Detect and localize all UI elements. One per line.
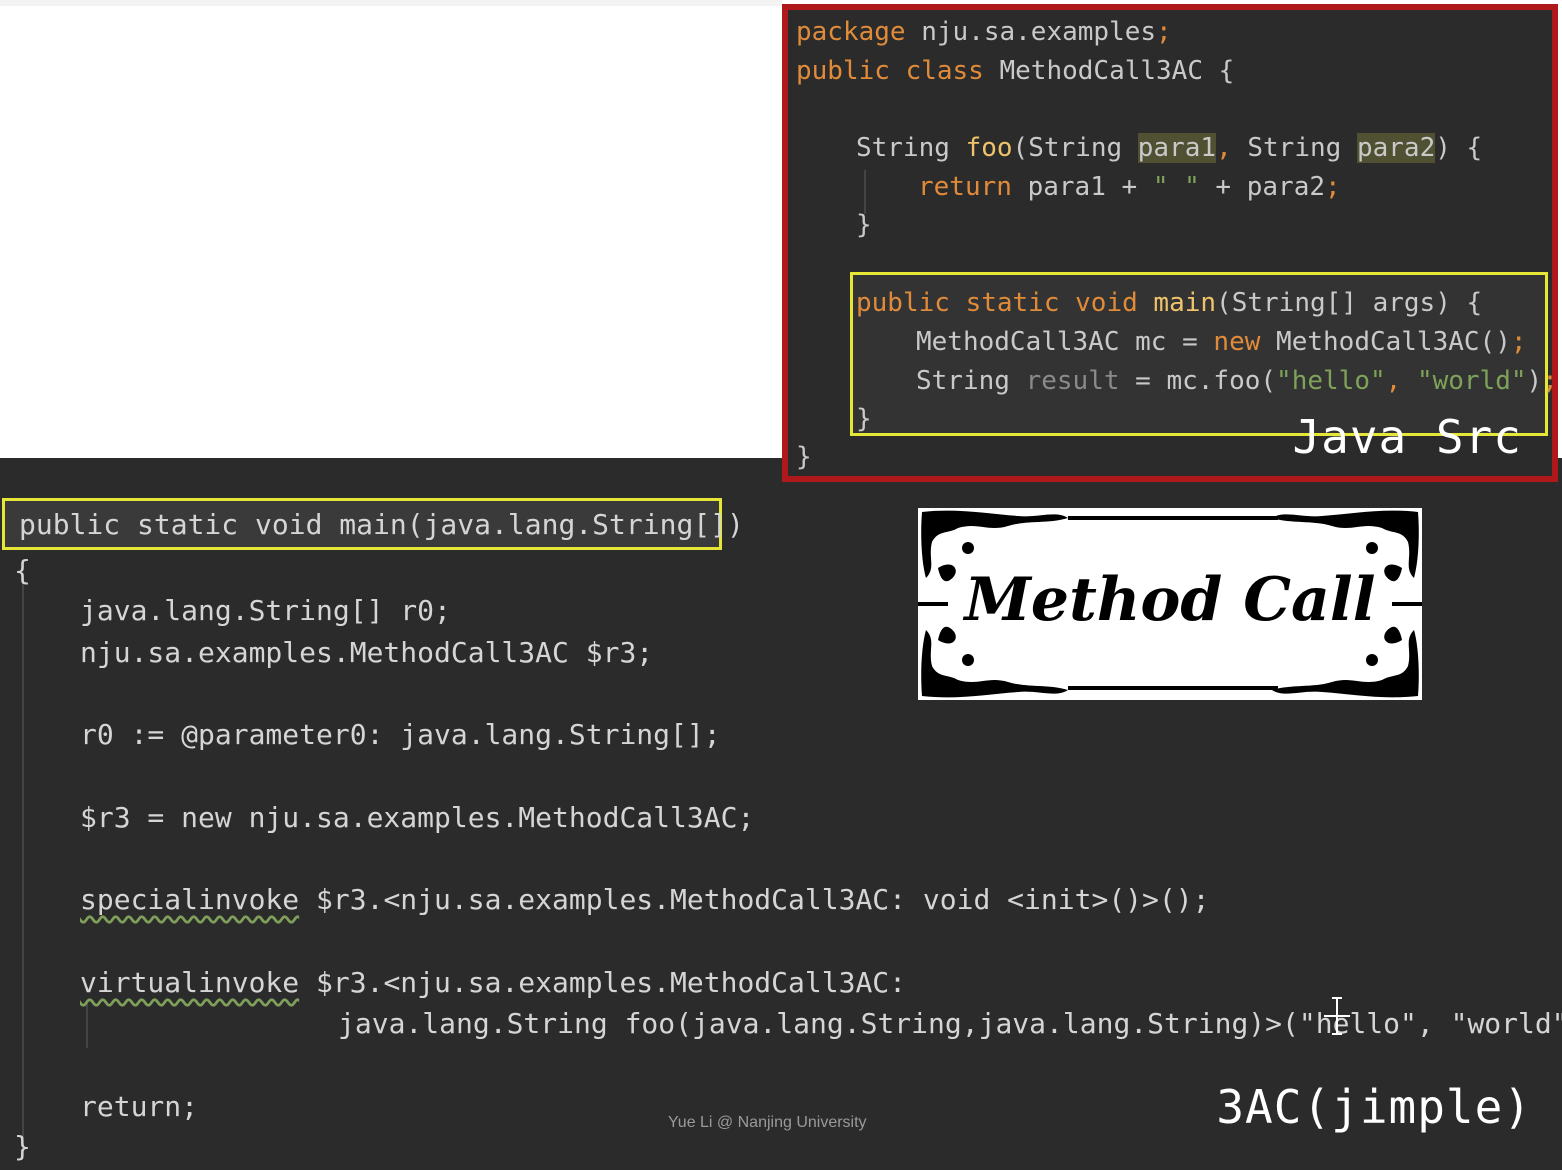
code-token: para1 + (1027, 172, 1153, 202)
method-call-banner: Method Call (918, 508, 1422, 700)
code-token: } (856, 210, 872, 240)
code-line-call-foo: String result = mc.foo("hello", "world")… (916, 365, 1558, 397)
java-source-panel: package nju.sa.examples; public class Me… (782, 4, 1558, 482)
code-token: package (796, 17, 922, 47)
jimple-label: 3AC(jimple) (1216, 1080, 1532, 1134)
code-token: ; (1325, 172, 1341, 202)
code-token: " " (1152, 172, 1200, 202)
code-token: , (1385, 366, 1417, 396)
banner-title: Method Call (964, 565, 1376, 635)
specialinvoke-stmt: specialinvoke $r3.<nju.sa.examples.Metho… (80, 883, 1209, 917)
java-src-label: Java Src (1292, 410, 1522, 464)
code-token: para1 (1137, 133, 1217, 163)
code-token: para2 (1356, 133, 1436, 163)
top-divider (0, 0, 782, 6)
specialinvoke-keyword: specialinvoke (80, 883, 300, 916)
code-token: foo (965, 133, 1013, 163)
code-line-foo-decl: String foo(String para1, String para2) { (856, 132, 1482, 164)
code-token: "hello" (1276, 366, 1386, 396)
code-token: return (918, 172, 1028, 202)
code-token: new (1213, 327, 1277, 357)
code-token: , (1216, 133, 1248, 163)
code-token: (String[] args) { (1216, 288, 1483, 318)
code-line-package: package nju.sa.examples; (796, 16, 1172, 48)
code-token: = mc.foo( (1119, 366, 1277, 396)
local-decl-r0: java.lang.String[] r0; (80, 594, 451, 627)
code-token: ; (1542, 366, 1558, 396)
virtualinvoke-keyword: virtualinvoke (80, 966, 300, 999)
code-token: String (1247, 133, 1357, 163)
code-line-main-decl: public static void main(String[] args) { (856, 287, 1482, 319)
virtualinvoke-target: $r3.<nju.sa.examples.MethodCall3AC: (299, 966, 907, 999)
local-decl-r3: nju.sa.examples.MethodCall3AC $r3; (80, 636, 654, 669)
method-signature: public static void main(java.lang.String… (19, 508, 744, 541)
code-token: MethodCall3AC { (999, 56, 1235, 86)
code-token: nju.sa.examples (921, 17, 1157, 47)
virtualinvoke-continuation: java.lang.String foo(java.lang.String,ja… (338, 1007, 1562, 1040)
code-token: MethodCall3AC mc = (916, 327, 1214, 357)
code-token: ; (1156, 17, 1172, 47)
code-token: result (1025, 366, 1120, 396)
indent-guide (22, 578, 24, 1138)
return-stmt: return; (80, 1090, 199, 1123)
code-token: ; (1510, 327, 1527, 357)
code-token: } (796, 442, 812, 472)
code-line-new-mc: MethodCall3AC mc = new MethodCall3AC(); (916, 326, 1527, 358)
code-line-main-close: } (856, 403, 872, 435)
virtualinvoke-stmt: virtualinvoke $r3.<nju.sa.examples.Metho… (80, 966, 906, 1000)
code-token: "world" (1416, 366, 1527, 396)
open-brace: { (14, 554, 31, 587)
code-token: ) { (1435, 133, 1483, 163)
code-token: String (856, 133, 966, 163)
indent-guide (864, 170, 866, 214)
param-assign-stmt: r0 := @parameter0: java.lang.String[]; (80, 718, 721, 751)
code-token: ) (1526, 366, 1543, 396)
code-token: public static void (856, 288, 1154, 318)
code-token: + para2 (1199, 172, 1326, 202)
code-token: main (1153, 288, 1217, 318)
code-token: MethodCall3AC() (1276, 327, 1511, 357)
close-brace: } (14, 1130, 31, 1163)
specialinvoke-target: $r3.<nju.sa.examples.MethodCall3AC: void… (299, 883, 1210, 916)
blank-area (0, 0, 782, 460)
indent-guide (86, 1004, 88, 1048)
code-token: String (916, 366, 1026, 396)
code-line-foo-close: } (856, 209, 872, 241)
code-token: (String (1012, 133, 1138, 163)
method-signature-highlight: public static void main(java.lang.String… (2, 498, 744, 550)
code-line-class-decl: public class MethodCall3AC { (796, 55, 1234, 87)
code-line-return: return para1 + " " + para2; (918, 171, 1341, 203)
credit-text: Yue Li @ Nanjing University (668, 1114, 867, 1131)
code-token: } (856, 404, 872, 434)
code-token: public class (796, 56, 1000, 86)
code-line-class-close: } (796, 441, 812, 473)
new-stmt: $r3 = new nju.sa.examples.MethodCall3AC; (80, 801, 755, 834)
mouse-cursor-icon (1324, 997, 1350, 1035)
